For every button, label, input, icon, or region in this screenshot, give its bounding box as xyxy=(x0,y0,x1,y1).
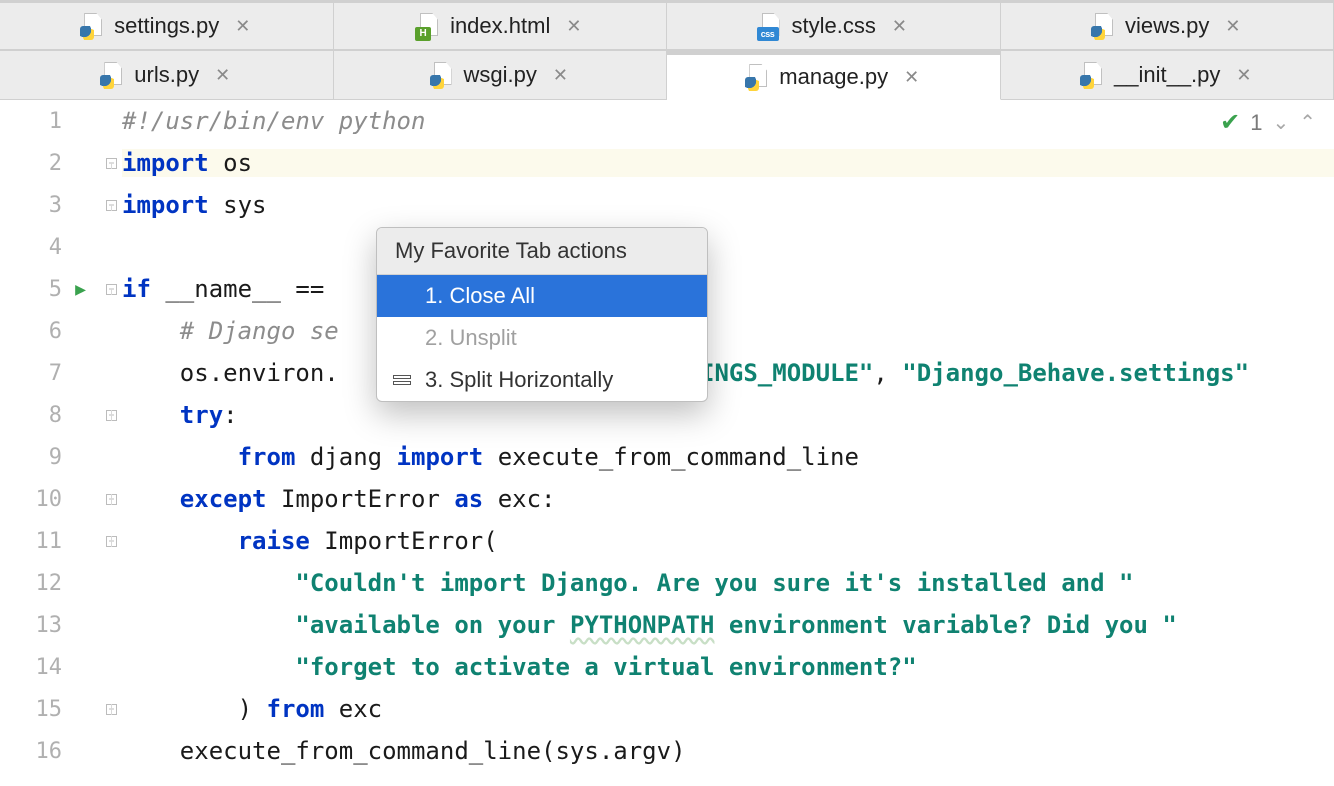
fold-gutter[interactable] xyxy=(100,410,122,421)
tab-label: views.py xyxy=(1125,13,1209,39)
code-text[interactable]: ) from exc xyxy=(122,695,1334,723)
code-text[interactable]: "Couldn't import Django. Are you sure it… xyxy=(122,569,1334,597)
tab-settings-py[interactable]: settings.py ✕ xyxy=(0,3,334,50)
code-line[interactable]: 14 "forget to activate a virtual environ… xyxy=(0,646,1334,688)
tab-index-html[interactable]: index.html ✕ xyxy=(334,3,668,50)
close-icon[interactable]: ✕ xyxy=(904,67,919,88)
tab-urls-py[interactable]: urls.py ✕ xyxy=(0,51,334,100)
code-text[interactable]: #!/usr/bin/env python xyxy=(122,107,1334,135)
tab-actions-popup: My Favorite Tab actions 1. Close All 2. U… xyxy=(376,227,708,402)
line-number[interactable]: 2 xyxy=(0,151,100,176)
close-icon[interactable]: ✕ xyxy=(892,16,907,37)
popup-item--split-horizontally[interactable]: 3. Split Horizontally xyxy=(377,359,707,401)
code-text[interactable]: os.environ. TTINGS_MODULE", "Django_Beha… xyxy=(122,359,1334,387)
line-number[interactable]: 7 xyxy=(0,361,100,386)
tab-label: manage.py xyxy=(779,64,888,90)
fold-gutter[interactable] xyxy=(100,494,122,505)
code-line[interactable]: 2 import os xyxy=(0,142,1334,184)
line-number[interactable]: 10 xyxy=(0,487,100,512)
fold-gutter[interactable] xyxy=(100,284,122,295)
line-number[interactable]: 11 xyxy=(0,529,100,554)
py-file-icon xyxy=(432,62,454,88)
chevron-down-icon[interactable]: ⌄ xyxy=(1272,110,1289,135)
tab-label: urls.py xyxy=(134,62,199,88)
close-icon[interactable]: ✕ xyxy=(1236,65,1251,86)
code-line[interactable]: 15 ) from exc xyxy=(0,688,1334,730)
popup-item--close-all[interactable]: 1. Close All xyxy=(377,275,707,317)
line-number[interactable]: 5▶ xyxy=(0,277,100,302)
line-number[interactable]: 9 xyxy=(0,445,100,470)
close-icon[interactable]: ✕ xyxy=(1225,16,1240,37)
line-number[interactable]: 12 xyxy=(0,571,100,596)
code-editor[interactable]: 1#!/usr/bin/env python2import os3import … xyxy=(0,100,1334,772)
popup-title: My Favorite Tab actions xyxy=(377,228,707,275)
line-number[interactable]: 1 xyxy=(0,109,100,134)
py-file-icon xyxy=(1093,13,1115,39)
tab-label: style.css xyxy=(792,13,876,39)
code-line[interactable]: 3 import sys xyxy=(0,184,1334,226)
line-number[interactable]: 13 xyxy=(0,613,100,638)
line-number[interactable]: 15 xyxy=(0,697,100,722)
popup-item--unsplit: 2. Unsplit xyxy=(377,317,707,359)
fold-gutter[interactable] xyxy=(100,200,122,211)
code-text[interactable]: try: xyxy=(122,401,1334,429)
line-number[interactable]: 4 xyxy=(0,235,100,260)
close-icon[interactable]: ✕ xyxy=(215,65,230,86)
fold-gutter[interactable] xyxy=(100,158,122,169)
code-line[interactable]: 11 raise ImportError( xyxy=(0,520,1334,562)
code-text[interactable]: if __name__ == xyxy=(122,275,1334,303)
tab-views-py[interactable]: views.py ✕ xyxy=(1001,3,1334,50)
py-file-icon xyxy=(82,13,104,39)
split-horizontal-icon xyxy=(391,375,413,385)
editor-tabs: settings.py✕index.html✕style.css✕views.p… xyxy=(0,0,1334,100)
css-file-icon xyxy=(760,13,782,39)
tab-label: index.html xyxy=(450,13,550,39)
code-line[interactable]: 1#!/usr/bin/env python xyxy=(0,100,1334,142)
code-text[interactable]: import os xyxy=(122,149,1334,177)
code-text[interactable]: # Django se xyxy=(122,317,1334,345)
line-number[interactable]: 8 xyxy=(0,403,100,428)
fold-gutter[interactable] xyxy=(100,536,122,547)
close-icon[interactable]: ✕ xyxy=(235,16,250,37)
check-icon: ✔ xyxy=(1220,108,1240,137)
tab--init-py[interactable]: __init__.py ✕ xyxy=(1001,51,1334,100)
tab-manage-py[interactable]: manage.py ✕ xyxy=(667,51,1001,100)
tab-label: settings.py xyxy=(114,13,219,39)
html-file-icon xyxy=(418,13,440,39)
code-text[interactable]: "forget to activate a virtual environmen… xyxy=(122,653,1334,681)
tab-label: __init__.py xyxy=(1114,62,1220,88)
py-file-icon xyxy=(102,62,124,88)
tab-style-css[interactable]: style.css ✕ xyxy=(667,3,1001,50)
code-text[interactable]: "available on your PYTHONPATH environmen… xyxy=(122,611,1334,639)
code-text[interactable]: raise ImportError( xyxy=(122,527,1334,555)
close-icon[interactable]: ✕ xyxy=(566,16,581,37)
code-line[interactable]: 10 except ImportError as exc: xyxy=(0,478,1334,520)
chevron-up-icon[interactable]: ⌃ xyxy=(1299,110,1316,135)
code-text[interactable]: except ImportError as exc: xyxy=(122,485,1334,513)
tab-label: wsgi.py xyxy=(464,62,537,88)
code-line[interactable]: 13 "available on your PYTHONPATH environ… xyxy=(0,604,1334,646)
close-icon[interactable]: ✕ xyxy=(553,65,568,86)
line-number[interactable]: 3 xyxy=(0,193,100,218)
fold-gutter[interactable] xyxy=(100,704,122,715)
line-number[interactable]: 6 xyxy=(0,319,100,344)
code-line[interactable]: 16 execute_from_command_line(sys.argv) xyxy=(0,730,1334,772)
problems-count: 1 xyxy=(1250,110,1262,136)
line-number[interactable]: 14 xyxy=(0,655,100,680)
popup-item-label: 1. Close All xyxy=(425,283,535,309)
code-text[interactable]: import sys xyxy=(122,191,1334,219)
popup-item-label: 2. Unsplit xyxy=(425,325,517,351)
run-gutter-icon[interactable]: ▶ xyxy=(75,279,86,300)
py-file-icon xyxy=(747,64,769,90)
line-number[interactable]: 16 xyxy=(0,739,100,764)
code-line[interactable]: 9 from djang import execute_from_command… xyxy=(0,436,1334,478)
code-line[interactable]: 12 "Couldn't import Django. Are you sure… xyxy=(0,562,1334,604)
code-text[interactable]: from djang import execute_from_command_l… xyxy=(122,443,1334,471)
py-file-icon xyxy=(1082,62,1104,88)
inspection-status[interactable]: ✔ 1 ⌄ ⌃ xyxy=(1220,108,1316,137)
popup-item-label: 3. Split Horizontally xyxy=(425,367,613,393)
code-text[interactable]: execute_from_command_line(sys.argv) xyxy=(122,737,1334,765)
tab-wsgi-py[interactable]: wsgi.py ✕ xyxy=(334,51,668,100)
